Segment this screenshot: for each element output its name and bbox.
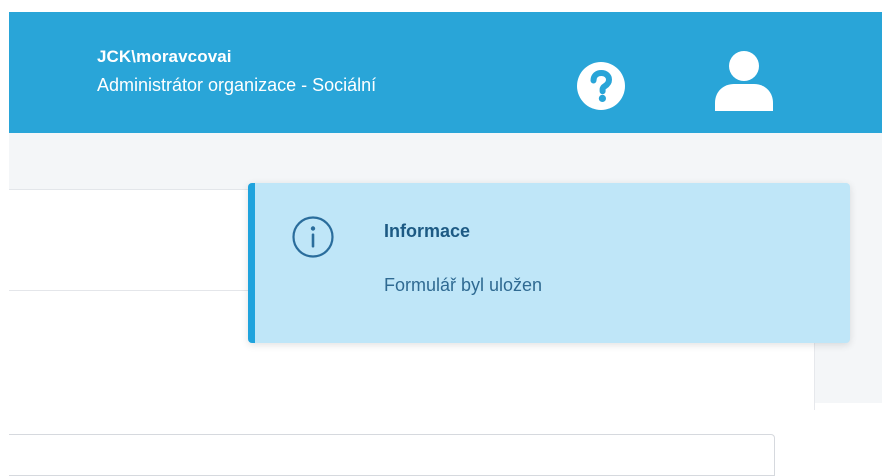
toast-title: Informace [384, 221, 471, 241]
question-circle-icon [590, 69, 613, 102]
username: JCK\moravcovai [97, 47, 232, 66]
help-button[interactable] [577, 62, 625, 110]
info-icon [292, 216, 334, 258]
user-profile-button[interactable] [712, 51, 776, 111]
app-header: JCK\moravcovai Administrátor organizace … [9, 12, 882, 133]
user-role: Administrátor organizace - Sociální [97, 75, 377, 95]
toast-message: Formulář byl uložen [384, 275, 543, 295]
info-toast[interactable]: Informace Formulář byl uložen [248, 183, 850, 343]
user-info: JCK\moravcovai Administrátor organizace … [97, 46, 376, 97]
user-icon [715, 51, 773, 111]
form-field[interactable] [9, 434, 775, 476]
